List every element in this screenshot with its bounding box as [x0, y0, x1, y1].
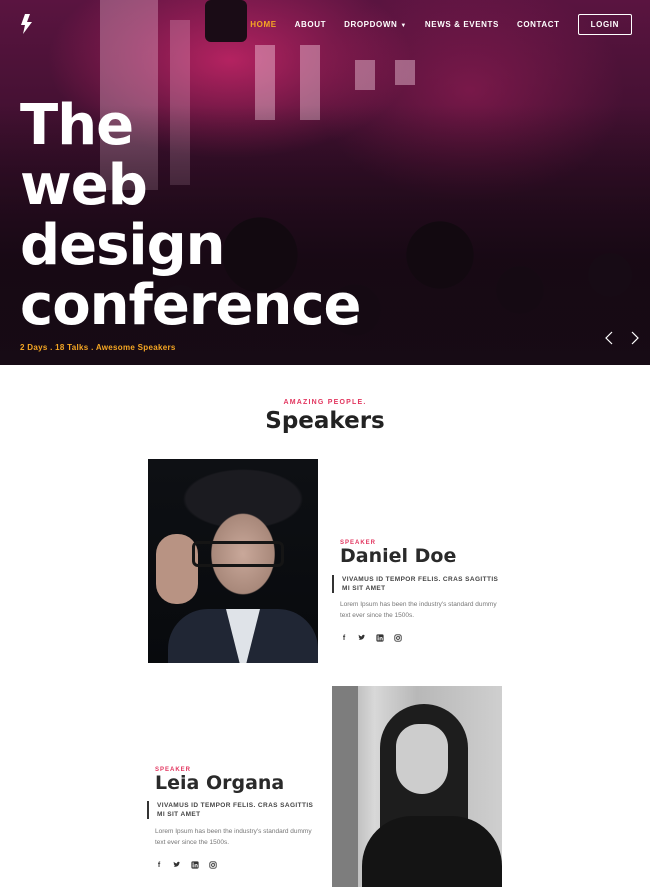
- hero-subtitle: 2 Days . 18 Talks . Awesome Speakers: [20, 343, 176, 352]
- background-pillar: [332, 686, 358, 887]
- hero-title-line: conference: [20, 273, 362, 338]
- hero-title-line: The: [20, 93, 134, 158]
- face: [396, 724, 448, 794]
- stage-panel: [395, 60, 415, 85]
- twitter-icon[interactable]: [358, 634, 366, 642]
- speaker-photo: [148, 459, 318, 663]
- linkedin-icon[interactable]: [376, 634, 384, 642]
- instagram-icon[interactable]: [209, 861, 217, 869]
- linkedin-icon[interactable]: [191, 861, 199, 869]
- speaker-name[interactable]: Leia Organa: [155, 772, 284, 794]
- section-title: Speakers: [265, 408, 385, 434]
- facebook-icon[interactable]: f: [340, 634, 348, 642]
- jacket: [362, 816, 502, 887]
- hero-title-line: design: [20, 213, 226, 278]
- glasses: [192, 541, 284, 567]
- lightning-logo-icon[interactable]: [20, 14, 34, 34]
- main-nav: HOME ABOUT DROPDOWN ▼ NEWS & EVENTS CONTA…: [232, 14, 632, 35]
- social-links: f: [340, 634, 402, 642]
- login-button[interactable]: LOGIN: [577, 14, 632, 35]
- speaker-bio: Lorem Ipsum has been the industry's stan…: [340, 601, 497, 619]
- hero-banner: HOME ABOUT DROPDOWN ▼ NEWS & EVENTS CONTA…: [0, 0, 650, 365]
- nav-item-label: DROPDOWN: [344, 20, 398, 29]
- nav-item-contact[interactable]: CONTACT: [517, 20, 560, 29]
- speaker-bio: Lorem Ipsum has been the industry's stan…: [155, 828, 312, 846]
- social-links: f: [155, 861, 217, 869]
- instagram-icon[interactable]: [394, 634, 402, 642]
- speaker-photo: [332, 686, 502, 887]
- hero-title-line: web: [20, 153, 148, 218]
- nav-item-home[interactable]: HOME: [250, 20, 276, 29]
- stage-panel: [355, 60, 375, 90]
- caret-down-icon: ▼: [400, 23, 407, 29]
- nav-item-dropdown[interactable]: DROPDOWN ▼: [344, 20, 407, 29]
- nav-item-about[interactable]: ABOUT: [295, 20, 326, 29]
- section-eyebrow: AMAZING PEOPLE.: [283, 399, 367, 406]
- facebook-icon[interactable]: f: [155, 861, 163, 869]
- speaker-quote: VIVAMUS ID TEMPOR FELIS. CRAS SAGITTIS M…: [332, 575, 502, 593]
- twitter-icon[interactable]: [173, 861, 181, 869]
- nav-item-news-events[interactable]: NEWS & EVENTS: [425, 20, 499, 29]
- speaker-name[interactable]: Daniel Doe: [340, 545, 456, 567]
- chevron-left-icon[interactable]: [601, 330, 617, 346]
- hero-title: The web design conference: [20, 93, 362, 338]
- speaker-quote: VIVAMUS ID TEMPOR FELIS. CRAS SAGITTIS M…: [147, 801, 317, 819]
- chevron-right-icon[interactable]: [627, 330, 643, 346]
